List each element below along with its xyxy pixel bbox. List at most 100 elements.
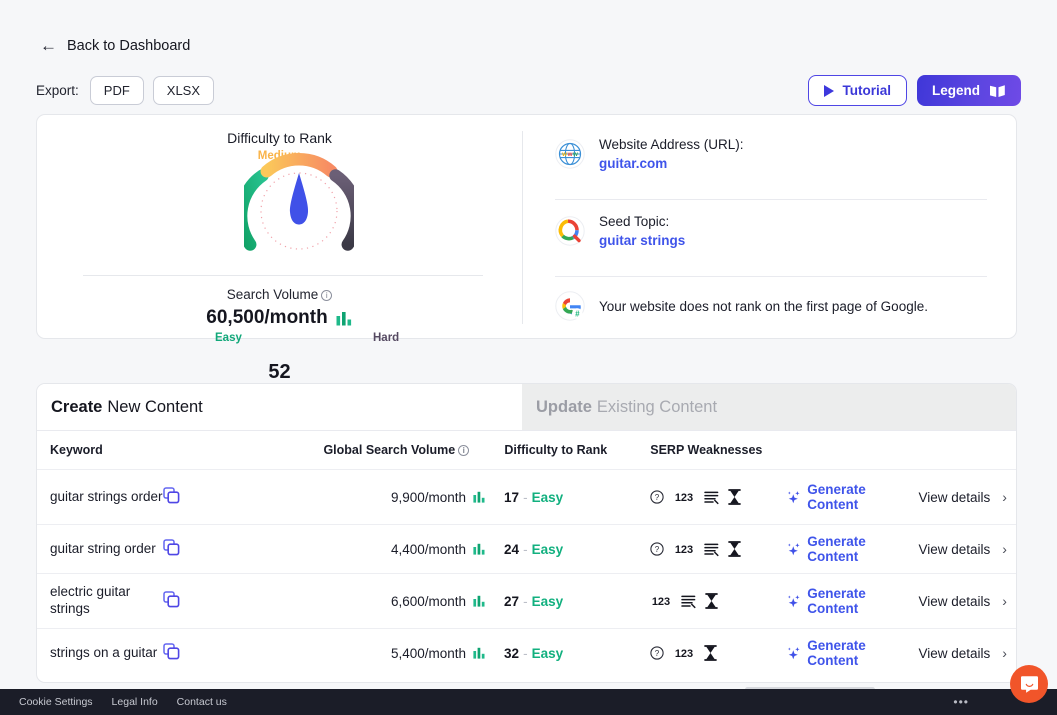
difficulty-label: Easy: [531, 645, 564, 661]
keyword-text: electric guitar strings: [50, 584, 131, 616]
play-icon: [824, 84, 835, 97]
table-cell-serp-weaknesses: ? 123: [637, 489, 786, 505]
footer-link-cookie-settings[interactable]: Cookie Settings: [19, 696, 93, 708]
copy-icon[interactable]: [162, 643, 180, 660]
list-lines-icon: [704, 543, 719, 556]
chevron-right-icon[interactable]: ›: [1002, 489, 1007, 505]
bar-chart-icon: [473, 543, 485, 555]
copy-icon[interactable]: [162, 539, 180, 556]
question-circle-icon: ?: [650, 542, 664, 556]
generate-content-button[interactable]: Generate Content: [786, 638, 919, 668]
table-row[interactable]: strings on a guitar 5,400/month 32- Easy? 12…: [37, 628, 1016, 677]
table-cell-copy: [162, 591, 318, 611]
site-info-panel: w w w Website Address (URL): guitar.com: [523, 115, 1018, 340]
question-circle-icon: ?: [650, 490, 664, 504]
search-volume-label: Search Volume i: [37, 287, 522, 302]
keyword-text: guitar strings order: [50, 488, 163, 504]
info-icon[interactable]: i: [321, 290, 333, 301]
numbers-123-icon: 123: [675, 648, 693, 660]
export-xlsx-button[interactable]: XLSX: [152, 76, 215, 105]
hourglass-icon: [728, 541, 741, 557]
table-cell-difficulty: 24- Easy: [486, 542, 637, 557]
tab-create-new-content[interactable]: Create New Content: [37, 384, 522, 430]
header-keyword: Keyword: [50, 443, 103, 457]
table-cell-keyword: guitar strings order: [37, 489, 163, 506]
difficulty-separator: -: [523, 489, 528, 505]
seed-topic-title: Seed Topic:: [599, 214, 670, 229]
website-address-value[interactable]: guitar.com: [599, 156, 744, 171]
export-pdf-button[interactable]: PDF: [89, 76, 144, 105]
difficulty-separator: -: [523, 593, 528, 609]
table-row[interactable]: electric guitar strings 6,600/month 27- Eas…: [37, 573, 1016, 628]
table-row[interactable]: guitar strings order 9,900/month 17- Easy? 1…: [37, 469, 1016, 524]
generate-content-button[interactable]: Generate Content: [786, 482, 919, 512]
table-cell-generate: Generate Content: [786, 534, 919, 564]
table-cell-serp-weaknesses: ? 123: [637, 645, 786, 661]
view-details-link[interactable]: View details: [919, 490, 991, 505]
generate-content-button[interactable]: Generate Content: [786, 534, 919, 564]
copy-icon[interactable]: [162, 487, 180, 504]
difficulty-separator: -: [523, 541, 528, 557]
seed-topic-value[interactable]: guitar strings: [599, 233, 685, 248]
sparkles-icon: [787, 646, 800, 659]
view-details-link[interactable]: View details: [919, 542, 991, 557]
table-cell-difficulty: 17- Easy: [486, 490, 637, 505]
view-details-link[interactable]: View details: [919, 594, 991, 609]
generate-content-label: Generate Content: [807, 586, 866, 616]
footer-link-contact-us[interactable]: Contact us: [177, 696, 227, 708]
summary-card: Difficulty to Rank Medium Easy Hard 52 S…: [36, 114, 1018, 383]
footer-link-legal-info[interactable]: Legal Info: [112, 696, 158, 708]
difficulty-separator: -: [523, 645, 528, 661]
table-cell-difficulty: 27- Easy: [486, 594, 637, 609]
sparkles-icon: [787, 490, 800, 503]
generate-content-label: Generate Content: [807, 534, 866, 564]
tutorial-button[interactable]: Tutorial: [808, 75, 907, 106]
question-circle-icon: ?: [650, 646, 664, 660]
table-cell-copy: [162, 643, 318, 663]
difficulty-label: Easy: [531, 593, 564, 609]
difficulty-score: 17: [504, 489, 520, 505]
table-cell-generate: Generate Content: [786, 586, 919, 616]
ellipsis-icon[interactable]: •••: [953, 695, 969, 709]
table-cell-serp-weaknesses: ? 123: [637, 541, 786, 557]
chat-launcher-button[interactable]: [1010, 665, 1048, 703]
header-volume: Global Search Volume i: [317, 443, 486, 457]
info-icon[interactable]: i: [458, 445, 470, 456]
table-cell-view-details: View details ›: [919, 593, 1016, 609]
svg-text:#: #: [575, 309, 580, 318]
tab-create-rest: New Content: [107, 397, 203, 416]
difficulty-label: Easy: [531, 541, 564, 557]
copy-icon[interactable]: [162, 591, 180, 608]
view-details-link[interactable]: View details: [919, 646, 991, 661]
back-to-dashboard-link[interactable]: ← Back to Dashboard: [40, 37, 190, 54]
generate-content-button[interactable]: Generate Content: [786, 586, 919, 616]
chevron-right-icon[interactable]: ›: [1002, 593, 1007, 609]
seed-topic-row: Seed Topic: guitar strings: [555, 214, 685, 248]
content-tabs: Create New Content Update Existing Conte…: [37, 384, 1016, 431]
svg-text:w: w: [572, 151, 578, 158]
tab-update-existing-content[interactable]: Update Existing Content: [522, 384, 1016, 430]
table-cell-view-details: View details ›: [919, 645, 1016, 661]
book-icon: [990, 84, 1005, 97]
info-row-divider-2: [555, 276, 987, 277]
website-address-title: Website Address (URL):: [599, 137, 744, 152]
chevron-right-icon[interactable]: ›: [1002, 645, 1007, 661]
gauge-title: Difficulty to Rank: [227, 130, 332, 146]
generate-content-label: Generate Content: [807, 482, 866, 512]
top-action-buttons: Tutorial Legend: [808, 75, 1021, 106]
export-label: Export:: [36, 83, 79, 98]
numbers-123-icon: 123: [652, 596, 670, 608]
legend-button[interactable]: Legend: [916, 75, 1021, 106]
numbers-123-icon: 123: [675, 492, 693, 504]
table-row[interactable]: guitar string order 4,400/month 24- Easy? 12…: [37, 524, 1016, 573]
difficulty-score: 27: [504, 593, 520, 609]
difficulty-score: 24: [504, 541, 520, 557]
volume-value: 5,400/month: [390, 645, 467, 661]
chevron-right-icon[interactable]: ›: [1002, 541, 1007, 557]
search-volume-value: 60,500/month: [206, 307, 328, 328]
table-cell-generate: Generate Content: [786, 638, 919, 668]
svg-text:?: ?: [655, 493, 660, 502]
header-serp-weaknesses: SERP Weaknesses: [650, 443, 763, 457]
table-cell-volume: 9,900/month: [318, 490, 486, 505]
table-cell-copy: [162, 487, 318, 507]
